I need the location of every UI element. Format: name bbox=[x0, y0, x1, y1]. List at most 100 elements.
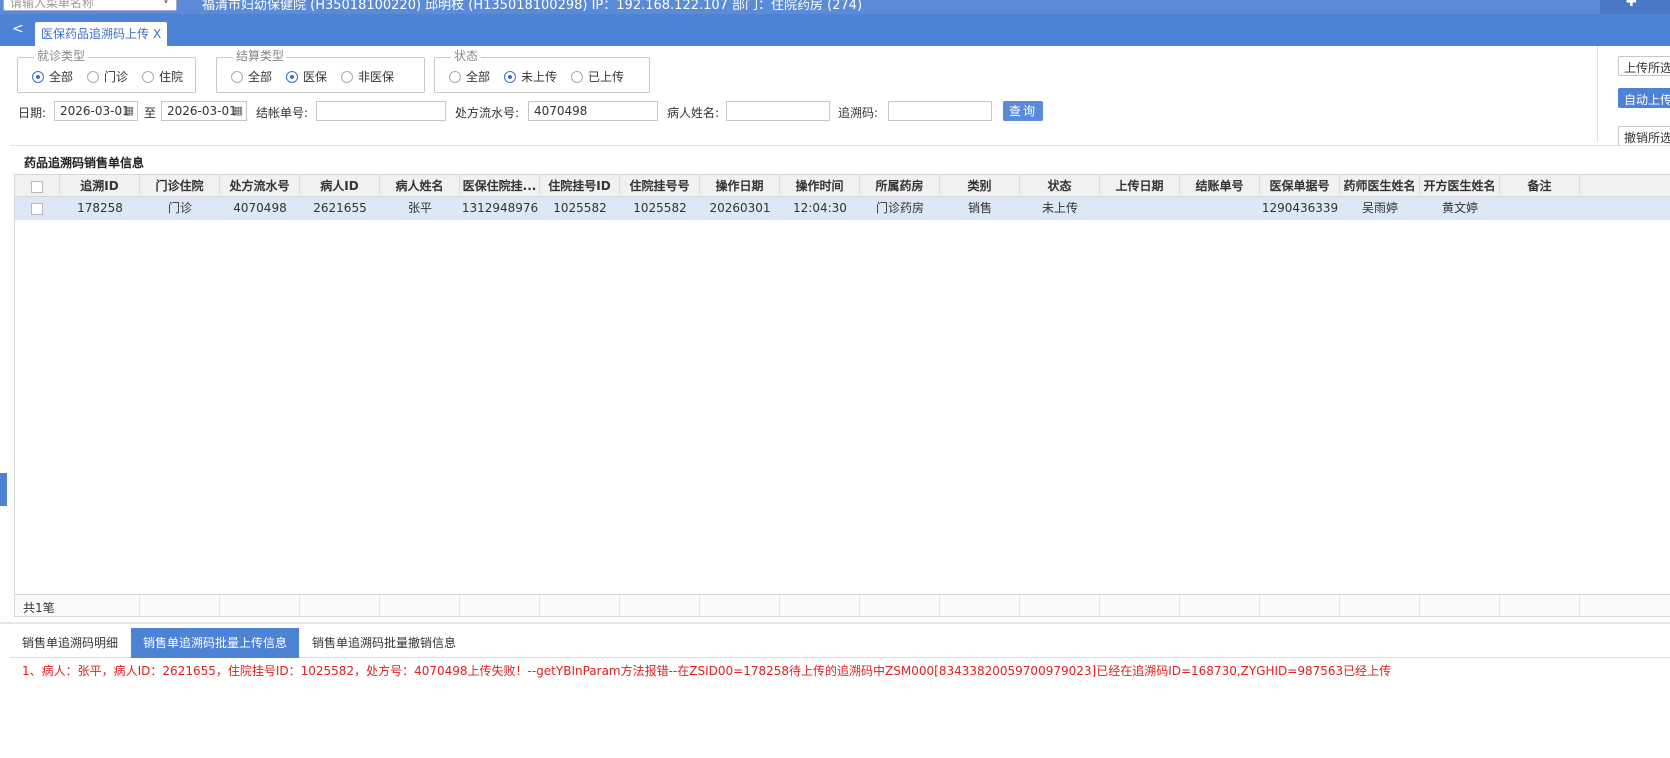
menu-search-input[interactable]: 请输入菜单名称 ∨ bbox=[3, 0, 177, 11]
bottom-tab-2[interactable]: 销售单追溯码批量撤销信息 bbox=[300, 628, 468, 658]
column-header-0[interactable]: 追溯ID bbox=[60, 175, 140, 197]
column-header-2[interactable]: 处方流水号 bbox=[220, 175, 300, 197]
table-cell: 1025582 bbox=[633, 201, 687, 215]
column-header-9[interactable]: 操作时间 bbox=[780, 175, 860, 197]
column-header-14[interactable]: 结账单号 bbox=[1180, 175, 1260, 197]
select-all-checkbox[interactable] bbox=[31, 181, 43, 193]
visit-type-radio-0[interactable]: 全部 bbox=[32, 68, 73, 85]
radio-dot-icon[interactable] bbox=[504, 70, 517, 83]
footer-cell bbox=[1020, 595, 1100, 616]
chevron-left-icon[interactable]: < bbox=[12, 21, 24, 37]
column-header-3[interactable]: 病人ID bbox=[300, 175, 380, 197]
to-label: 至 bbox=[144, 106, 157, 120]
calendar-icon[interactable]: ▦ bbox=[124, 104, 134, 117]
column-header-18[interactable]: 备注 bbox=[1500, 175, 1580, 197]
column-header-6[interactable]: 住院挂号ID bbox=[540, 175, 620, 197]
visit-type-radio-2[interactable]: 住院 bbox=[142, 68, 183, 85]
select-all-header[interactable] bbox=[15, 175, 60, 197]
footer-cell bbox=[540, 595, 620, 616]
footer-cell bbox=[700, 595, 780, 616]
table-cell: 12:04:30 bbox=[793, 201, 847, 215]
status-radio-2[interactable]: 已上传 bbox=[571, 68, 624, 85]
revoke-selected-button[interactable]: 撤销所选 bbox=[1618, 126, 1670, 146]
column-header-11[interactable]: 类别 bbox=[940, 175, 1020, 197]
right-action-panel: 上传所选 自动上传 撤销所选 bbox=[1597, 46, 1670, 146]
patient-name-input[interactable] bbox=[726, 101, 830, 121]
bottom-tab-0[interactable]: 销售单追溯码明细 bbox=[10, 628, 130, 658]
rx-label: 处方流水号: bbox=[455, 106, 520, 120]
column-header-12[interactable]: 状态 bbox=[1020, 175, 1100, 197]
status-radio-0[interactable]: 全部 bbox=[449, 68, 490, 85]
table-cell: 20260301 bbox=[709, 201, 771, 215]
visit-type-radio-label: 门诊 bbox=[104, 70, 129, 84]
session-info: 福清市妇幼保健院 (H35018100220) 邱明枝 (H1350181002… bbox=[202, 0, 863, 13]
date-to-input[interactable]: 2026-03-01 ▦ bbox=[161, 101, 247, 121]
record-count: 共1笔 bbox=[23, 601, 55, 615]
footer-cell bbox=[380, 595, 460, 616]
radio-dot-icon[interactable] bbox=[231, 70, 243, 83]
radio-dot-icon[interactable] bbox=[286, 70, 299, 83]
side-collapse-handle[interactable] bbox=[0, 473, 7, 506]
trace-code-input[interactable] bbox=[888, 101, 992, 121]
date-to-value: 2026-03-01 bbox=[167, 104, 237, 118]
settle-type-radio-0[interactable]: 全部 bbox=[231, 68, 272, 85]
date-from-input[interactable]: 2026-03-01 ▦ bbox=[54, 101, 138, 121]
row-checkbox[interactable] bbox=[31, 203, 43, 215]
table-cell: 黄文婷 bbox=[1441, 201, 1478, 215]
divider bbox=[10, 145, 1670, 146]
column-header-7[interactable]: 住院挂号号 bbox=[620, 175, 700, 197]
footer-cell bbox=[300, 595, 380, 616]
visit-type-radio-1[interactable]: 门诊 bbox=[87, 68, 128, 85]
bottom-tab-1[interactable]: 销售单追溯码批量上传信息 bbox=[131, 628, 300, 658]
rx-number-input[interactable]: 4070498 bbox=[528, 101, 658, 121]
column-header-15[interactable]: 医保单据号 bbox=[1260, 175, 1340, 197]
pin-icon[interactable]: ✚ bbox=[1626, 0, 1637, 10]
tab-trace-upload[interactable]: 医保药品追溯码上传 X bbox=[35, 22, 168, 46]
settle-type-radio-1[interactable]: 医保 bbox=[286, 68, 327, 85]
settle-type-radio-label: 非医保 bbox=[358, 70, 395, 84]
table-cell: 张平 bbox=[407, 201, 432, 215]
footer-cell bbox=[620, 595, 700, 616]
grid-header: 追溯ID 门诊住院 处方流水号 病人ID 病人姓名 医保住院挂... 住院挂号ID 住院挂号号… bbox=[15, 175, 1670, 197]
upload-selected-button[interactable]: 上传所选 bbox=[1618, 56, 1670, 76]
radio-dot-icon[interactable] bbox=[32, 70, 44, 83]
settle-type-legend: 结算类型 bbox=[233, 49, 288, 63]
radio-dot-icon[interactable] bbox=[571, 70, 584, 83]
radio-dot-icon[interactable] bbox=[449, 70, 461, 83]
column-header-1[interactable]: 门诊住院 bbox=[140, 175, 220, 197]
filter-row: 日期: 2026-03-01 ▦ 至 2026-03-01 ▦ 结帐单号: 处方… bbox=[18, 101, 1048, 123]
footer-cell bbox=[60, 595, 140, 616]
column-header-5[interactable]: 医保住院挂... bbox=[460, 175, 540, 197]
status-radio-1[interactable]: 未上传 bbox=[504, 68, 557, 85]
bill-number-input[interactable] bbox=[316, 101, 446, 121]
panel-splitter[interactable] bbox=[0, 622, 1670, 624]
footer-cell bbox=[140, 595, 220, 616]
query-button[interactable]: 查询 bbox=[1003, 101, 1043, 121]
footer-cell bbox=[1260, 595, 1340, 616]
radio-dot-icon[interactable] bbox=[142, 70, 155, 83]
radio-dot-icon[interactable] bbox=[87, 70, 100, 83]
footer-cell bbox=[1340, 595, 1420, 616]
column-header-10[interactable]: 所属药房 bbox=[860, 175, 940, 197]
grid-title: 药品追溯码销售单信息 bbox=[24, 156, 145, 170]
table-cell: 吴雨婷 bbox=[1361, 201, 1398, 215]
visit-type-group: 就诊类型 全部 门诊 住院 bbox=[17, 49, 196, 93]
auto-upload-button[interactable]: 自动上传 bbox=[1618, 88, 1670, 108]
column-header-17[interactable]: 开方医生姓名 bbox=[1420, 175, 1500, 197]
column-header-16[interactable]: 药师医生姓名 bbox=[1340, 175, 1420, 197]
calendar-icon[interactable]: ▦ bbox=[233, 104, 243, 117]
settle-type-radio-2[interactable]: 非医保 bbox=[341, 68, 394, 85]
sales-grid: 追溯ID 门诊住院 处方流水号 病人ID 病人姓名 医保住院挂... 住院挂号ID 住院挂号号… bbox=[14, 174, 1670, 617]
column-header-8[interactable]: 操作日期 bbox=[700, 175, 780, 197]
chevron-down-icon[interactable]: ∨ bbox=[162, 0, 170, 6]
column-header-4[interactable]: 病人姓名 bbox=[380, 175, 460, 197]
visit-type-legend: 就诊类型 bbox=[34, 49, 89, 63]
footer-cell bbox=[220, 595, 300, 616]
status-radio-label: 未上传 bbox=[521, 70, 558, 84]
table-row[interactable]: 178258 门诊 4070498 2621655 张平 1312948976 102558… bbox=[15, 197, 1670, 220]
close-icon[interactable]: X bbox=[153, 27, 161, 41]
status-legend: 状态 bbox=[451, 49, 482, 63]
column-header-13[interactable]: 上传日期 bbox=[1100, 175, 1180, 197]
radio-dot-icon[interactable] bbox=[341, 70, 354, 83]
footer-cell bbox=[1180, 595, 1260, 616]
